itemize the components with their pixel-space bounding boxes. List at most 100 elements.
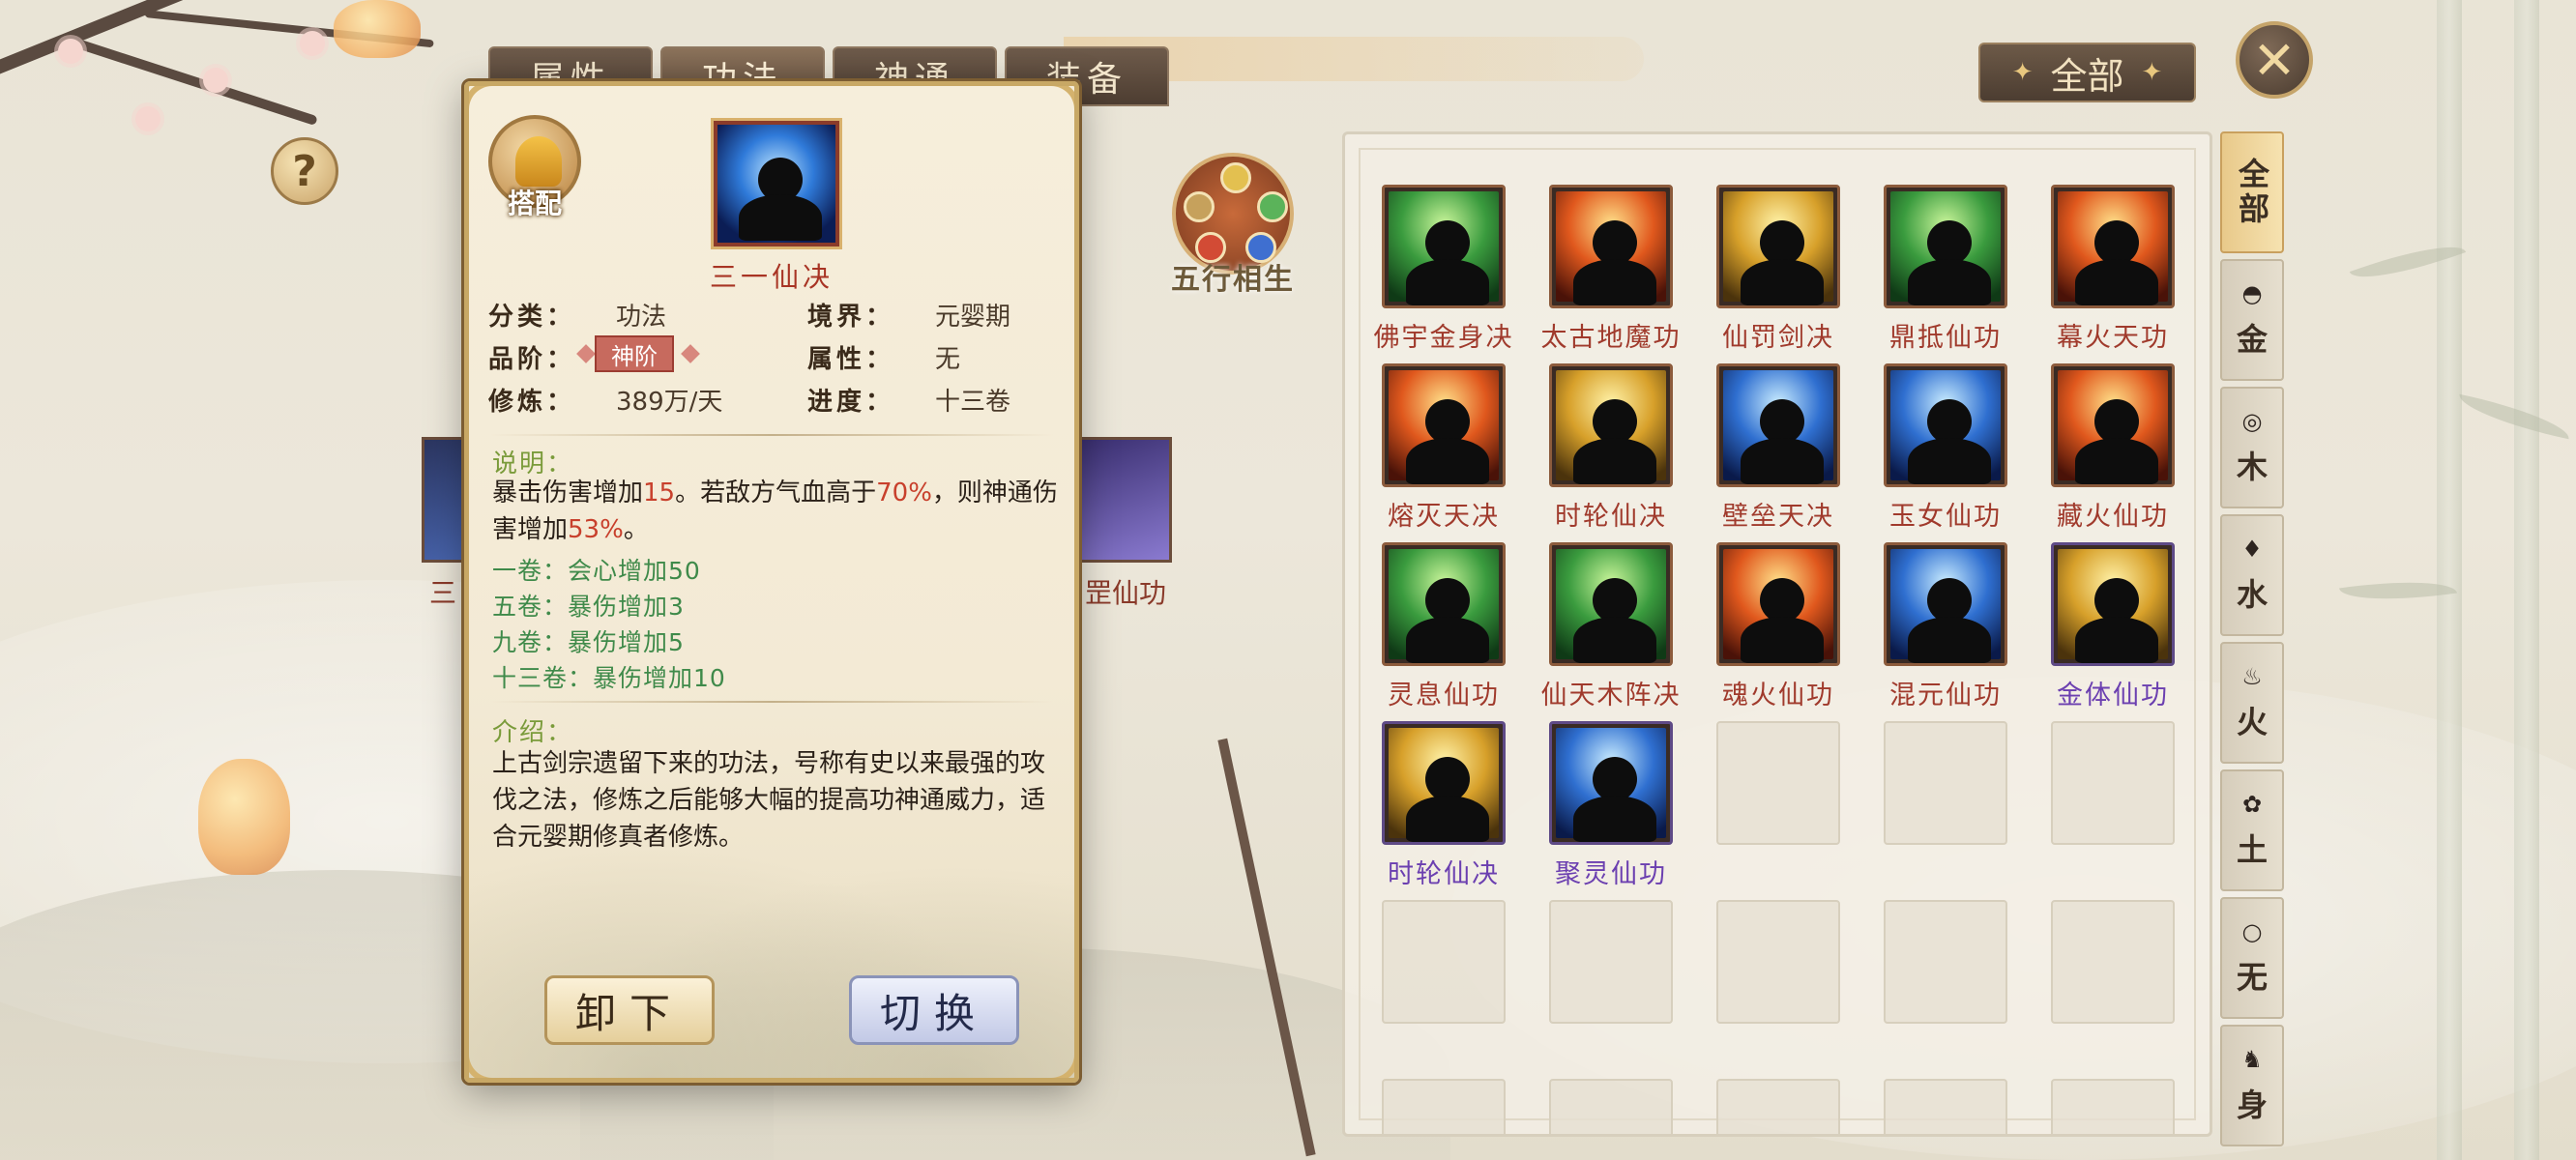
element-icon: ♞ [2241,1046,2263,1073]
empty-skill-slot [1382,1079,1506,1134]
element-icon: ♨ [2241,663,2263,690]
skill-slot[interactable] [2051,542,2175,666]
skill-slot[interactable] [1382,363,1506,487]
skill-art-icon [1389,549,1499,663]
empty-skill-slot [2051,1079,2175,1134]
skill-slot[interactable] [1549,185,1673,308]
skill-name: 三一仙决 [709,261,834,293]
skill-slot-name: 时轮仙决 [1555,502,1667,532]
desc-segment: 。若敌方气血高于 [675,478,877,508]
empty-skill-slot [1716,721,1840,845]
skill-slot-name: 时轮仙决 [1388,859,1500,889]
hidden-skill-name: 罡仙功 [1085,577,1167,609]
element-tab[interactable]: ♞ 身 [2220,1025,2284,1146]
progress-label: 进度： [807,388,895,417]
skill-art-icon [1389,191,1499,305]
skill-slot-name: 鼎抵仙功 [1889,323,2002,353]
figure-body [2075,259,2158,305]
volume-bonus: 一卷：会心增加50 [492,557,701,585]
skill-slot-name: 壁垒天决 [1722,502,1834,532]
close-button[interactable]: ✕ [2236,21,2313,99]
desc-number: 53% [568,515,624,544]
skill-slot[interactable] [1382,542,1506,666]
element-icon: ○ [2241,918,2263,945]
skill-slot[interactable] [1549,363,1673,487]
figure-body [1741,438,1824,484]
element-value: 无 [935,345,961,374]
realm-value: 元婴期 [935,303,1011,332]
skill-slot[interactable] [1884,185,2007,308]
diamond-icon [576,344,596,363]
desc-number: 15 [643,478,676,508]
figure-body [1406,617,1489,663]
bell-icon [515,136,562,187]
figure-body [1406,259,1489,305]
figure-body [1573,259,1656,305]
cultivate-value: 389万/天 [616,388,723,417]
skill-art-icon [1556,728,1666,842]
skill-slot-name: 熔灭天决 [1388,502,1500,532]
element-tab[interactable]: ○ 无 [2220,897,2284,1019]
skill-slot-name: 太古地魔功 [1540,323,1682,353]
skill-slot-name: 玉女仙功 [1889,502,2002,532]
hidden-skill-card[interactable] [1079,437,1172,563]
five-elements-label: 五行相生 [1171,263,1295,297]
element-label: 属性： [807,345,895,374]
skill-slot[interactable] [1382,721,1506,845]
skill-slot-name: 仙天木阵决 [1540,681,1682,710]
element-tab[interactable]: 全部 [2220,131,2284,253]
close-icon: ✕ [2252,29,2297,91]
skill-slot[interactable] [1716,185,1840,308]
five-elements-button[interactable]: 五行相生 [1160,153,1305,298]
skill-slot[interactable] [2051,185,2175,308]
skill-slot[interactable] [1716,542,1840,666]
figure-body [1741,617,1824,663]
element-tab[interactable]: ◎ 木 [2220,387,2284,508]
element-icon: ◎ [2241,408,2263,435]
skill-slot[interactable] [1884,542,2007,666]
skill-art-icon [1890,549,2001,663]
category-value: 功法 [616,303,667,332]
element-tab[interactable]: ♨ 火 [2220,642,2284,764]
skill-slot[interactable] [1884,363,2007,487]
unequip-button[interactable]: 卸下 [544,975,715,1045]
description-text: 暴击伤害增加15。若敌方气血高于70%，则神通伤害增加53%。 [492,475,1061,548]
skill-slot[interactable] [1716,363,1840,487]
skill-slot[interactable] [1549,542,1673,666]
skill-slot[interactable] [1382,185,1506,308]
element-icon: ♦ [2241,536,2263,563]
skill-slot-name: 灵息仙功 [1388,681,1500,710]
skill-slot[interactable] [2051,363,2175,487]
figure-body [2075,617,2158,663]
skill-art-icon [1723,370,1833,484]
figure-body [1406,438,1489,484]
element-tab-label: 身 [2236,1087,2268,1123]
skill-art-icon [2058,370,2168,484]
help-button[interactable]: ? [271,137,338,205]
empty-skill-slot [1884,900,2007,1024]
skill-art-icon [1723,191,1833,305]
empty-skill-slot [1884,1079,2007,1134]
figure-body [2075,438,2158,484]
element-tab[interactable]: ◓ 金 [2220,259,2284,381]
filter-all-button[interactable]: ✦ 全部 ✦ [1978,43,2196,102]
element-tab-label: 全部 [2234,158,2270,227]
desc-number: 70% [876,478,932,508]
grade-label: 品阶： [488,345,576,374]
element-tab[interactable]: ✿ 土 [2220,769,2284,891]
skill-attributes: 分类： 功法 境界： 元婴期 品阶： 神阶 属性： 无 修炼： 389万/天 进… [488,297,1068,424]
element-tab[interactable]: ♦ 水 [2220,514,2284,636]
element-tab-label: 金 [2236,321,2268,358]
figure-body [1573,796,1656,842]
figure-body [1573,617,1656,663]
element-tab-label: 木 [2236,449,2268,485]
element-icon: ◓ [2241,280,2263,307]
skill-slot-name: 幕火天功 [2057,323,2169,353]
empty-skill-slot [1549,900,1673,1024]
loadout-button[interactable]: 搭配 [488,115,581,221]
element-filter-tabs: 全部 ◓ 金 ◎ 木 ♦ 水 ♨ 火 ✿ 土 ○ 无 ♞ 身 [2220,131,2284,1146]
desc-segment: 。 [623,515,649,544]
skill-slot-name: 金体仙功 [2057,681,2169,710]
skill-slot[interactable] [1549,721,1673,845]
switch-button[interactable]: 切换 [849,975,1019,1045]
